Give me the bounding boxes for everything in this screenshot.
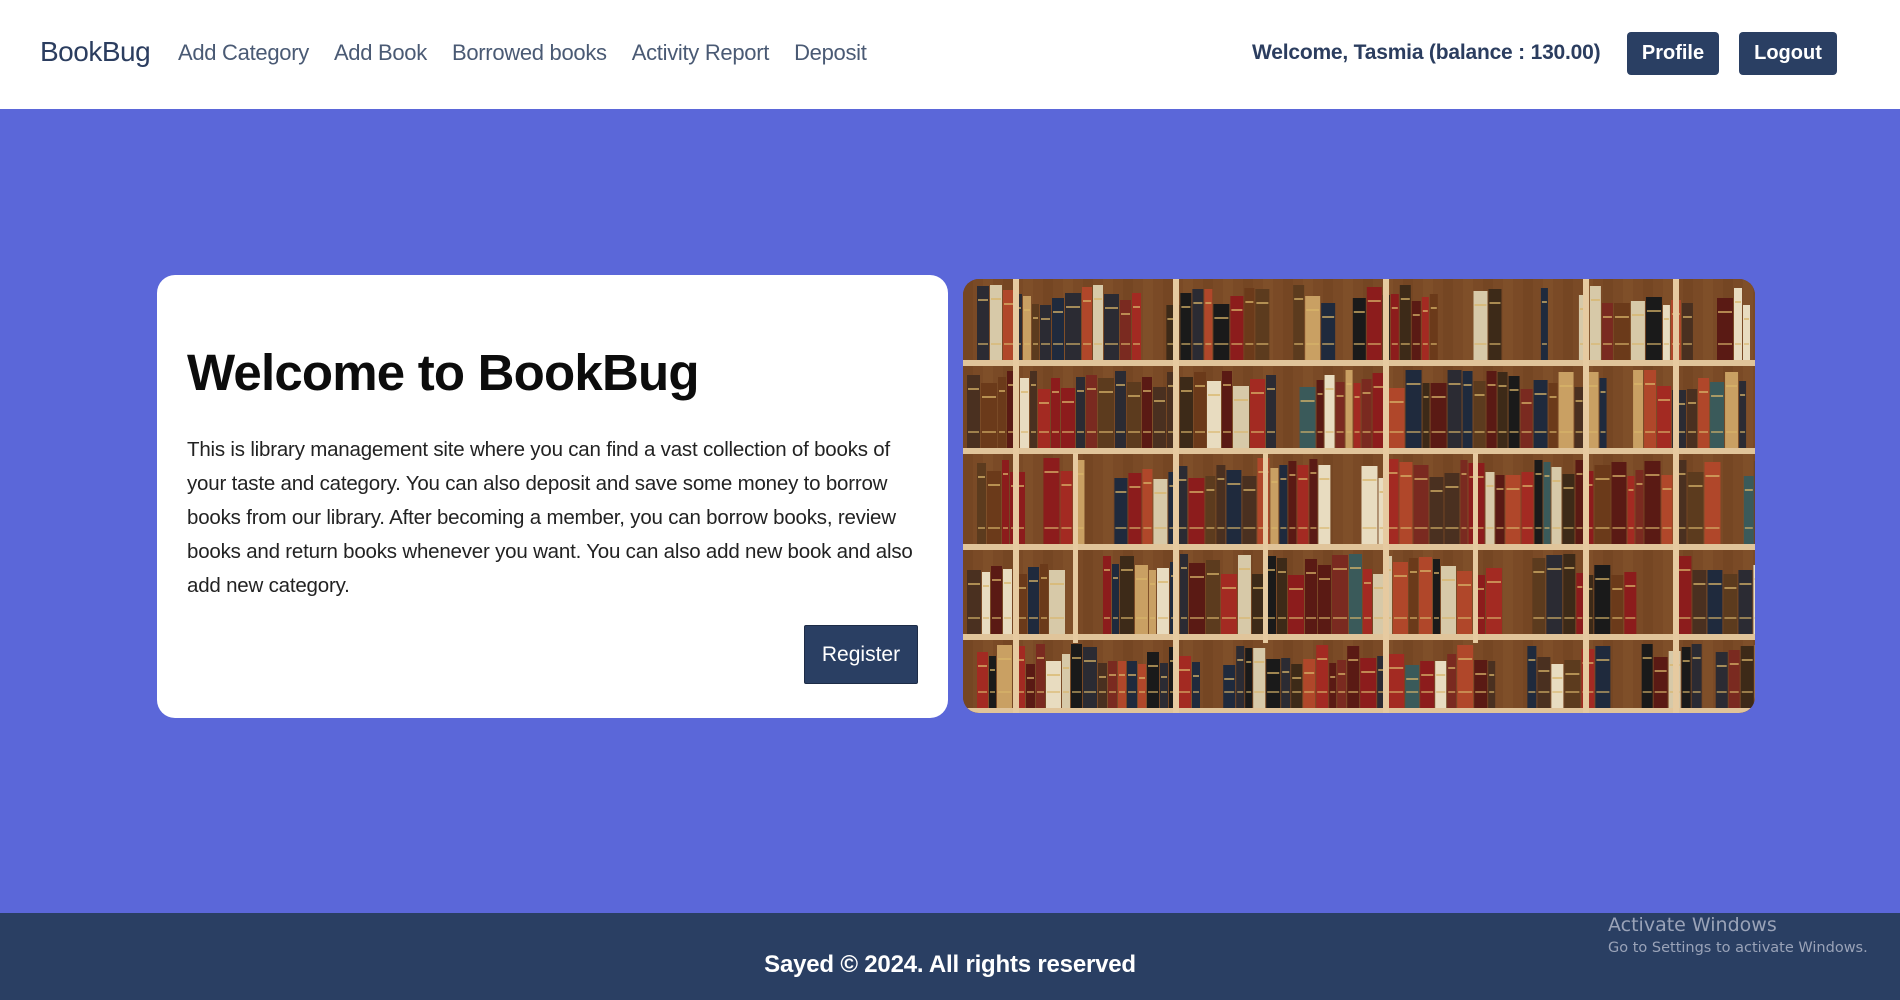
nav-borrowed-books[interactable]: Borrowed books xyxy=(452,40,607,66)
logout-button[interactable]: Logout xyxy=(1739,32,1837,75)
bookshelf-image xyxy=(963,279,1755,713)
nav-deposit[interactable]: Deposit xyxy=(794,40,867,66)
nav-links: Add Category Add Book Borrowed books Act… xyxy=(178,40,867,66)
brand-logo[interactable]: BookBug xyxy=(40,36,151,68)
welcome-balance-text: Welcome, Tasmia (balance : 130.00) xyxy=(1252,41,1601,64)
register-button[interactable]: Register xyxy=(804,625,918,684)
hero-card: Welcome to BookBug This is library manag… xyxy=(157,275,948,718)
nav-add-book[interactable]: Add Book xyxy=(334,40,427,66)
nav-add-category[interactable]: Add Category xyxy=(178,40,309,66)
profile-button[interactable]: Profile xyxy=(1627,32,1719,75)
nav-activity-report[interactable]: Activity Report xyxy=(632,40,770,66)
watermark-title: Activate Windows xyxy=(1608,914,1777,936)
hero-description: This is library management site where yo… xyxy=(187,438,913,597)
navbar: BookBug Add Category Add Book Borrowed b… xyxy=(0,0,1900,109)
watermark-subtitle: Go to Settings to activate Windows. xyxy=(1608,940,1868,956)
hero-title: Welcome to BookBug xyxy=(187,344,699,401)
activate-windows-watermark: Activate Windows Go to Settings to activ… xyxy=(1608,914,1868,956)
